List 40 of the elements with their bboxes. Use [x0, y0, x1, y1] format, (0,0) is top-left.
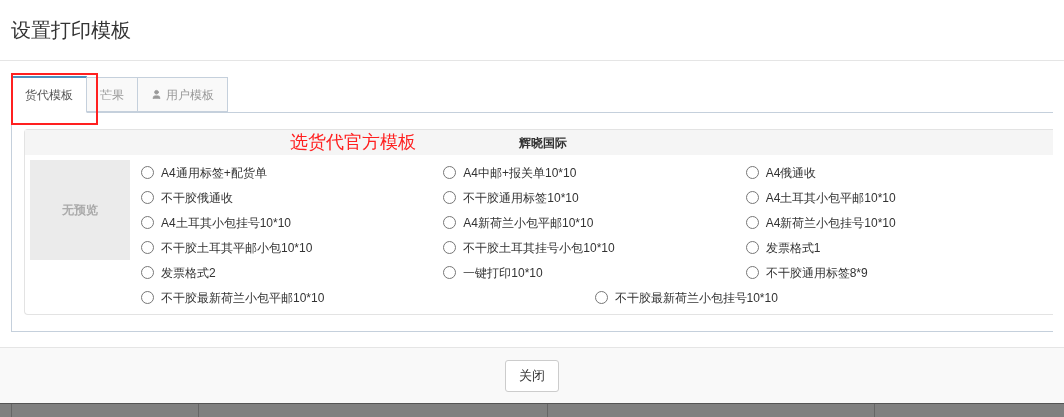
radio-button[interactable] — [141, 291, 154, 304]
radio-button[interactable] — [745, 191, 759, 204]
radio-button[interactable] — [745, 266, 759, 279]
option-label: 不干胶俄通收 — [161, 189, 233, 207]
tab[interactable]: 货代模板 — [11, 76, 87, 113]
radio-button[interactable] — [141, 166, 154, 179]
radio-button[interactable] — [141, 266, 154, 279]
option-label: 发票格式1 — [765, 239, 821, 257]
annotation-text: 选货代官方模板 — [290, 131, 416, 153]
option-label: A4土耳其小包挂号10*10 — [161, 214, 292, 232]
radio-button[interactable] — [141, 216, 154, 229]
radio-button[interactable] — [443, 191, 457, 204]
dialog-title: 设置打印模板 — [11, 18, 131, 43]
preview-thumbnail: 无预览 — [30, 160, 130, 260]
radio-button[interactable] — [443, 166, 457, 179]
option-label: 发票格式2 — [161, 264, 216, 282]
radio-button[interactable] — [443, 241, 457, 254]
radio-button[interactable] — [745, 216, 759, 229]
option-label: A4土耳其小包平邮10*10 — [765, 189, 896, 207]
radio-button[interactable] — [443, 266, 457, 279]
option-label: A4中邮+报关单10*10 — [463, 164, 577, 182]
radio-button[interactable] — [594, 291, 608, 304]
option-label: A4新荷兰小包挂号10*10 — [765, 214, 896, 232]
radio-button[interactable] — [745, 166, 759, 179]
option-label: 一键打印10*10 — [463, 264, 543, 282]
option-label: A4新荷兰小包平邮10*10 — [463, 214, 594, 232]
option-label: 不干胶最新荷兰小包挂号10*10 — [614, 289, 778, 307]
option-label: 不干胶通用标签10*10 — [463, 189, 579, 207]
option-label: 不干胶土耳其挂号小包10*10 — [463, 239, 615, 257]
option-label: A4通用标签+配货单 — [161, 164, 267, 182]
radio-button[interactable] — [141, 191, 154, 204]
close-button[interactable]: 关闭 — [505, 359, 559, 392]
option-label: 不干胶最新荷兰小包平邮10*10 — [161, 289, 325, 307]
radio-button[interactable] — [745, 241, 759, 254]
radio-button[interactable] — [141, 241, 154, 254]
option-label: 不干胶通用标签8*9 — [765, 264, 868, 282]
radio-button[interactable] — [443, 216, 457, 229]
group-title: 辉晓国际 — [519, 134, 567, 152]
option-label: A4俄通收 — [765, 164, 817, 182]
option-label: 不干胶土耳其平邮小包10*10 — [161, 239, 313, 257]
